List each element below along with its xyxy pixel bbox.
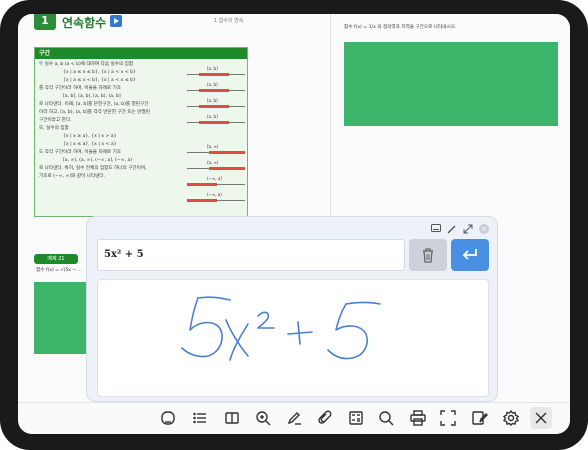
interval-label: (−∞, a] [207,176,222,181]
enter-icon [462,249,477,260]
calculator-icon[interactable] [346,408,366,428]
attach-icon[interactable] [315,408,335,428]
text-line: [a, ∞), (a, ∞), (−∞, a], (−∞, a) [63,158,133,163]
keyboard-icon[interactable] [431,224,441,234]
interval-label: (a, ∞) [207,160,219,165]
interval-label: [a, b] [207,66,218,71]
example-text: 함수 f(x) = √(5x − ... [36,268,83,273]
trash-icon [423,248,433,263]
chapter-title: 연속함수 [62,16,107,30]
interval-diagram: (−∞, a] [185,176,247,192]
text-line: 이라 하고, [a, b), (a, b]를 각각 반닫힌 구간 또는 반열린 [39,110,150,115]
text-line: 도 각각 구간이라 하며, 이들을 차례로 기호 [39,150,122,155]
interval-diagram: (−∞, a) [185,192,247,208]
interval-label: (a, b] [207,114,218,119]
interval-label: (a, b) [207,82,218,87]
close-button[interactable] [530,407,552,429]
print-icon[interactable] [408,408,428,428]
tablet-frame: 1 연속함수 1 함수의 연속 구간 두 실수 a, b (a < b)에 대하… [0,0,588,450]
example-tab: 예제 21 [34,254,78,264]
delete-button[interactable] [409,239,447,271]
handwriting-canvas[interactable] [97,279,489,397]
settings-icon[interactable] [501,408,521,428]
text-line: 또, 실수의 집합 [39,126,69,131]
screen: 1 연속함수 1 함수의 연속 구간 두 실수 a, b (a < b)에 대하… [18,14,570,434]
interval-diagram: (a, ∞) [185,160,247,176]
definition-title: 구간 [35,48,247,59]
formula-input[interactable]: 5x² + 5 [97,239,405,271]
bottom-toolbar [18,402,570,434]
text-line: {x | a ≤ x ≤ b}, {x | a < x < b} [63,70,136,75]
text-line: [a, b], (a, b), [a, b), (a, b] [63,94,121,99]
expand-icon[interactable] [463,224,473,234]
definition-text: 두 실수 a, b (a < b)에 대하여 다음 실수의 집합 {x | a … [35,59,175,183]
interval-label: (−∞, a) [207,192,222,197]
handwriting-strokes [181,296,381,361]
section-label: 1 함수의 연속 [214,18,244,24]
zoom-icon[interactable] [253,408,273,428]
text-line: {x | x ≥ a}, {x | x > a} [63,134,117,139]
play-icon[interactable] [110,15,122,27]
text-line: 를 각각 구간이라 하며, 이들을 차례로 기호 [39,86,122,91]
text-line: 구간이라고 한다. [39,118,72,123]
interval-label: [a, b) [207,98,218,103]
text-line: {x | x ≤ a}, {x | x < a} [63,142,117,147]
answer-box-right[interactable] [344,42,558,126]
text-line: 로 나타낸다. 이때, [a, b]를 닫힌구간, (a, b)를 열린구간 [39,102,149,107]
text-line: 로 나타낸다. 특히, 실수 전체의 집합도 하나의 구간이며, [39,166,147,171]
text-line: 기호로 (−∞, ∞)와 같이 나타낸다. [39,174,106,179]
definition-box: 구간 두 실수 a, b (a < b)에 대하여 다음 실수의 집합 {x |… [34,47,248,217]
close-icon[interactable]: × [479,224,489,234]
list-icon[interactable] [190,408,210,428]
interval-diagram: (a, b] [185,114,247,130]
pen-icon[interactable] [284,408,304,428]
edit-icon[interactable] [470,408,490,428]
fullscreen-icon[interactable] [438,408,458,428]
interval-diagram: [a, b] [185,66,247,82]
book-icon[interactable] [222,408,242,428]
enter-button[interactable] [451,239,489,271]
interval-label: [a, ∞) [207,144,219,149]
problem-text: 함수 f(x) = 1/x 의 정의역과 치역을 구간으로 나타내시오. [344,25,457,30]
panel-controls: × [431,224,489,234]
pen-icon[interactable] [447,224,457,234]
text-line: {x | a ≤ x < b}, {x | a < x ≤ b} [63,78,136,83]
search-icon[interactable] [376,408,396,428]
interval-diagrams: [a, b] (a, b) [a, b) (a, b] [a, ∞) (a, ∞… [185,66,247,208]
interval-diagram: (a, b) [185,82,247,98]
handwriting-panel: × 5x² + 5 [86,216,498,402]
text-line: 두 실수 a, b (a < b)에 대하여 다음 실수의 집합 [39,62,134,67]
home-icon[interactable] [158,408,178,428]
interval-diagram: [a, b) [185,98,247,114]
chapter-number: 1 [34,14,56,30]
interval-diagram: [a, ∞) [185,144,247,160]
